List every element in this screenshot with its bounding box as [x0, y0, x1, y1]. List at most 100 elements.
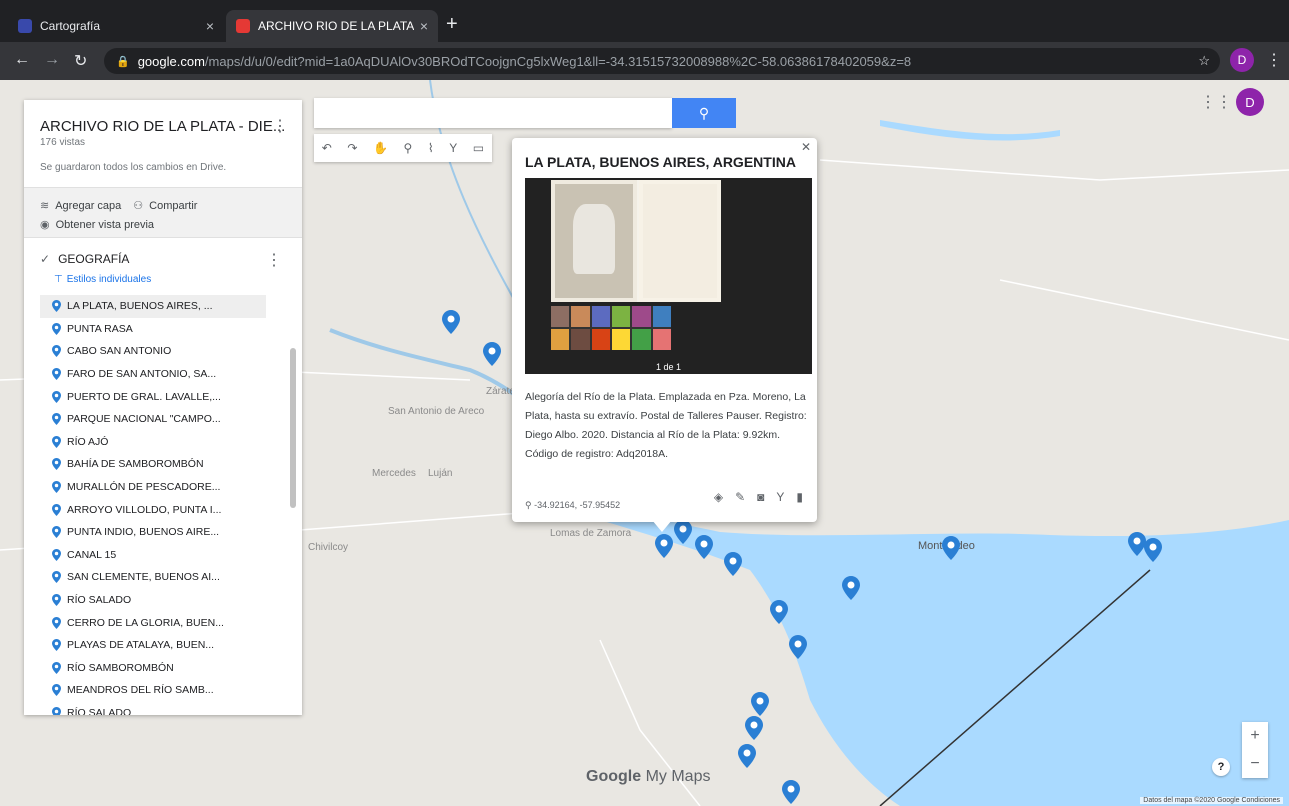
back-icon[interactable]: ← — [14, 51, 30, 69]
preview-button[interactable]: Obtener vista previa — [56, 219, 154, 231]
close-icon[interactable]: ✕ — [801, 140, 811, 154]
marker-icon — [52, 684, 61, 697]
share-button[interactable]: Compartir — [149, 200, 197, 212]
layer-item[interactable]: RÍO SAMBOROMBÓN — [40, 657, 286, 680]
layer-item[interactable]: BAHÍA DE SAMBOROMBÓN — [40, 453, 286, 476]
map-pin-icon[interactable] — [738, 744, 756, 768]
map-pin-icon[interactable] — [751, 692, 769, 716]
map-pin-icon[interactable] — [483, 342, 501, 366]
feature-coordinates: ⚲ -34.92164, -57.95452 — [525, 500, 620, 511]
map-pin-icon[interactable] — [789, 635, 807, 659]
tab-archivo[interactable]: ARCHIVO RIO DE LA PLATA - [ × — [226, 10, 438, 42]
place-label: Luján — [428, 468, 453, 479]
undo-icon[interactable]: ↶ — [322, 141, 332, 155]
layer-item[interactable]: LA PLATA, BUENOS AIRES, ... — [40, 295, 266, 318]
marker-icon — [52, 481, 61, 494]
info-window-tail — [652, 520, 672, 532]
layer-name[interactable]: GEOGRAFÍA — [58, 252, 129, 266]
map-options-icon[interactable]: ⋮ — [272, 116, 288, 136]
layer-item[interactable]: MEANDROS DEL RÍO SAMB... — [40, 679, 286, 702]
help-icon[interactable]: ? — [1212, 758, 1230, 776]
layer-item[interactable]: CERRO DE LA GLORIA, BUEN... — [40, 611, 286, 634]
add-layer-button[interactable]: Agregar capa — [55, 200, 121, 212]
map-title[interactable]: ARCHIVO RIO DE LA PLATA - DIE... — [40, 118, 286, 135]
reload-icon[interactable]: ↻ — [74, 51, 87, 71]
map-attribution[interactable]: Datos del mapa ©2020 Google Condiciones — [1140, 797, 1283, 804]
browser-menu-icon[interactable]: ⋮ — [1266, 50, 1282, 70]
zoom-out-icon[interactable]: − — [1242, 750, 1268, 778]
marker-icon — [52, 616, 61, 629]
tab-cartografia[interactable]: Cartografía × — [8, 10, 224, 42]
layer-checkbox-icon[interactable]: ✓ — [40, 252, 50, 266]
map-pin-icon[interactable] — [655, 534, 673, 558]
browser-tab-strip: Cartografía × ARCHIVO RIO DE LA PLATA - … — [0, 0, 1289, 42]
layer-item-label: BAHÍA DE SAMBOROMBÓN — [67, 458, 204, 471]
map-pin-icon[interactable] — [674, 520, 692, 544]
layer-item[interactable]: PUNTA INDIO, BUENOS AIRE... — [40, 521, 286, 544]
layer-item-label: RÍO SALADO — [67, 706, 132, 715]
marker-icon — [52, 503, 61, 516]
map-pin-icon[interactable] — [745, 716, 763, 740]
marker-icon — [52, 345, 61, 358]
pan-hand-icon[interactable]: ✋ — [373, 141, 388, 155]
url-field[interactable]: 🔒 google.com/maps/d/u/0/edit?mid=1a0AqDU… — [104, 48, 1220, 74]
new-tab-icon[interactable]: + — [446, 14, 458, 34]
add-marker-icon[interactable]: ⚲ — [403, 141, 412, 155]
map-pin-icon[interactable] — [942, 536, 960, 560]
measure-ruler-icon[interactable]: ▭ — [473, 141, 484, 155]
draw-line-icon[interactable]: ⌇ — [428, 141, 434, 155]
browser-profile-avatar[interactable]: D — [1230, 48, 1254, 72]
layer-item[interactable]: RÍO AJÓ — [40, 431, 286, 454]
directions-icon[interactable]: Y — [449, 141, 457, 155]
layer-item[interactable]: PUERTO DE GRAL. LAVALLE,... — [40, 385, 286, 408]
layer-item[interactable]: CABO SAN ANTONIO — [40, 340, 286, 363]
search-input[interactable] — [314, 98, 672, 128]
layer-item[interactable]: RÍO SALADO — [40, 702, 286, 715]
layer-item-label: FARO DE SAN ANTONIO, SA... — [67, 368, 217, 381]
panel-scrollbar[interactable] — [290, 348, 296, 508]
layer-item[interactable]: PUNTA RASA — [40, 318, 286, 341]
place-label: Zárate — [486, 386, 515, 397]
close-tab-icon[interactable]: × — [420, 18, 428, 34]
directions-icon[interactable]: Y — [776, 490, 784, 504]
close-tab-icon[interactable]: × — [206, 18, 214, 34]
map-pin-icon[interactable] — [442, 310, 460, 334]
redo-icon[interactable]: ↷ — [347, 141, 357, 155]
delete-trash-icon[interactable]: ▮ — [796, 490, 803, 504]
account-avatar[interactable]: D — [1236, 88, 1264, 116]
place-label: Lomas de Zamora — [550, 528, 632, 539]
layer-item[interactable]: RÍO SALADO — [40, 589, 286, 612]
zoom-in-icon[interactable]: + — [1242, 722, 1268, 750]
map-pin-icon[interactable] — [842, 576, 860, 600]
layer-item[interactable]: MURALLÓN DE PESCADORE... — [40, 476, 286, 499]
map-pin-icon[interactable] — [1144, 538, 1162, 562]
layer-item-label: RÍO SAMBOROMBÓN — [67, 661, 174, 674]
map-pin-icon[interactable] — [782, 780, 800, 804]
style-bucket-icon[interactable]: ◈ — [714, 490, 723, 504]
layer-item[interactable]: SAN CLEMENTE, BUENOS AI... — [40, 566, 286, 589]
layer-item[interactable]: FARO DE SAN ANTONIO, SA... — [40, 363, 286, 386]
forward-icon[interactable]: → — [44, 51, 60, 69]
layer-item[interactable]: ARROYO VILLOLDO, PUNTA I... — [40, 498, 286, 521]
layer-item[interactable]: PLAYAS DE ATALAYA, BUEN... — [40, 634, 286, 657]
camera-icon[interactable]: ◙ — [757, 490, 764, 504]
feature-photo[interactable]: 1 de 1 — [525, 178, 812, 374]
search-button[interactable]: ⚲ — [672, 98, 736, 128]
feature-info-window: ✕ LA PLATA, BUENOS AIRES, ARGENTINA 1 de… — [512, 138, 817, 532]
map-pin-icon[interactable] — [770, 600, 788, 624]
map-pin-icon[interactable] — [695, 535, 713, 559]
add-layer-icon: ≋ — [40, 200, 50, 212]
bookmark-star-icon[interactable]: ☆ — [1198, 53, 1210, 69]
map-pin-icon[interactable] — [724, 552, 742, 576]
layer-item[interactable]: PARQUE NACIONAL "CAMPO... — [40, 408, 286, 431]
layer-item[interactable]: CANAL 15 — [40, 544, 286, 567]
layer-item-label: CABO SAN ANTONIO — [67, 345, 172, 358]
marker-icon — [52, 571, 61, 584]
panel-actions: ≋ Agregar capa ⚇ Compartir ◉ Obtener vis… — [24, 188, 302, 238]
layer-item-label: SAN CLEMENTE, BUENOS AI... — [67, 571, 220, 584]
layer-options-icon[interactable]: ⋮ — [266, 250, 282, 270]
brand-google: Google — [586, 768, 642, 785]
marker-icon — [52, 526, 61, 539]
individual-styles-link[interactable]: ⊤ Estilos individuales — [54, 274, 286, 285]
edit-pencil-icon[interactable]: ✎ — [735, 490, 745, 504]
